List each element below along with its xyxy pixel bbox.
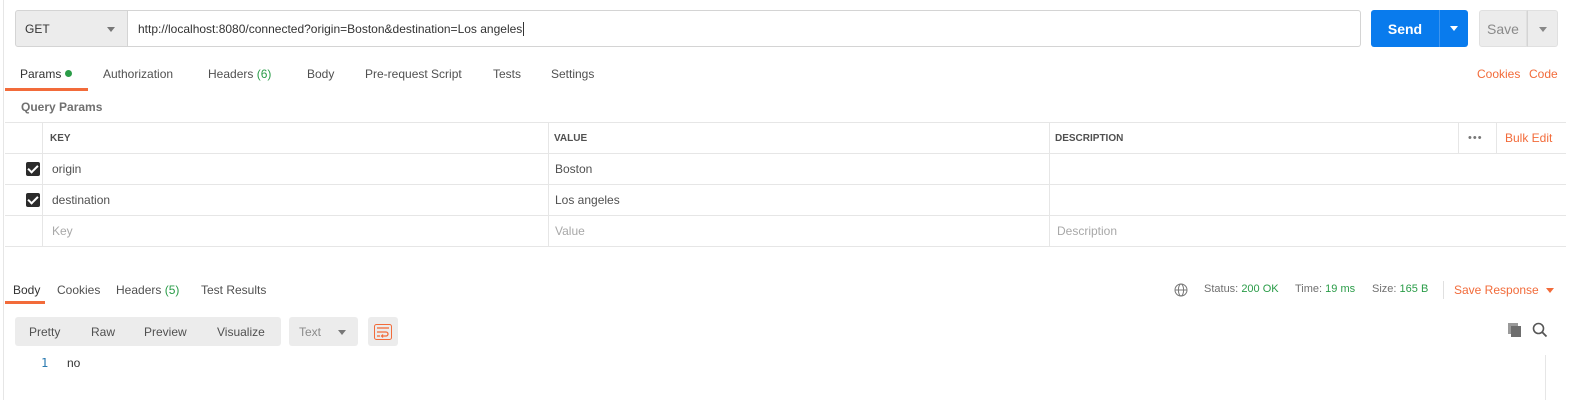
status-label: Status: bbox=[1204, 283, 1239, 295]
format-type-label: Text bbox=[299, 324, 322, 339]
left-panel-edge bbox=[0, 0, 4, 400]
column-divider bbox=[548, 154, 549, 184]
search-icon[interactable] bbox=[1532, 322, 1548, 338]
size-indicator: Size: 165 B bbox=[1372, 283, 1428, 295]
tab-params-label: Params bbox=[20, 67, 62, 81]
wrap-lines-button[interactable] bbox=[368, 317, 398, 346]
new-value-input[interactable]: Value bbox=[555, 216, 585, 246]
response-active-tab-indicator bbox=[5, 301, 45, 304]
status-divider bbox=[1443, 281, 1444, 299]
tab-headers[interactable]: Headers (6) bbox=[208, 67, 271, 81]
chevron-down-icon bbox=[107, 27, 115, 32]
column-divider bbox=[1049, 216, 1050, 246]
save-response-chevron-icon[interactable] bbox=[1546, 288, 1554, 293]
tab-prerequest-script[interactable]: Pre-request Script bbox=[365, 67, 462, 81]
save-options-chevron-icon[interactable] bbox=[1527, 10, 1558, 47]
params-active-dot-icon bbox=[65, 70, 73, 77]
tab-authorization[interactable]: Authorization bbox=[103, 67, 173, 81]
method-label: GET bbox=[25, 21, 50, 36]
response-body-text: no bbox=[67, 356, 81, 370]
column-divider bbox=[1458, 123, 1459, 153]
param-value[interactable]: Boston bbox=[555, 154, 592, 184]
time-label: Time: bbox=[1295, 283, 1323, 295]
column-divider bbox=[548, 185, 549, 215]
row-checkbox[interactable] bbox=[26, 193, 40, 207]
view-preview-button[interactable]: Preview bbox=[144, 317, 187, 346]
code-link[interactable]: Code bbox=[1529, 67, 1558, 81]
row-checkbox[interactable] bbox=[26, 162, 40, 176]
copy-icon[interactable] bbox=[1507, 322, 1523, 338]
line-number: 1 bbox=[41, 356, 49, 370]
params-table: KEY VALUE DESCRIPTION ••• Bulk Edit orig… bbox=[5, 122, 1566, 247]
view-visualize-button[interactable]: Visualize bbox=[217, 317, 265, 346]
bulk-edit-link[interactable]: Bulk Edit bbox=[1505, 123, 1552, 153]
time-value: 19 ms bbox=[1325, 283, 1356, 295]
chevron-down-icon bbox=[338, 330, 346, 335]
status-indicator: Status: 200 OK bbox=[1204, 283, 1279, 295]
column-divider bbox=[42, 185, 43, 215]
save-button[interactable]: Save bbox=[1479, 10, 1527, 47]
status-value: 200 OK bbox=[1241, 283, 1279, 295]
query-params-title: Query Params bbox=[21, 100, 103, 114]
url-input[interactable]: http://localhost:8080/connected?origin=B… bbox=[128, 10, 1361, 47]
save-response-button[interactable]: Save Response bbox=[1454, 283, 1539, 297]
headers-count: (6) bbox=[256, 67, 272, 81]
column-divider bbox=[42, 216, 43, 246]
column-header-key: KEY bbox=[50, 132, 71, 144]
table-row-new: Key Value Description bbox=[5, 216, 1566, 247]
tab-headers-label: Headers bbox=[208, 67, 254, 81]
param-value[interactable]: Los angeles bbox=[555, 185, 620, 215]
method-select[interactable]: GET bbox=[15, 10, 128, 47]
response-tab-body[interactable]: Body bbox=[13, 283, 40, 297]
cookies-link[interactable]: Cookies bbox=[1477, 67, 1520, 81]
response-headers-count: (5) bbox=[164, 283, 180, 297]
url-text: http://localhost:8080/connected?origin=B… bbox=[138, 21, 523, 36]
table-row: origin Boston bbox=[5, 154, 1566, 185]
tab-tests[interactable]: Tests bbox=[493, 67, 521, 81]
response-tab-cookies[interactable]: Cookies bbox=[57, 283, 100, 297]
new-description-input[interactable]: Description bbox=[1057, 216, 1117, 246]
view-raw-button[interactable]: Raw bbox=[91, 317, 115, 346]
table-row: destination Los angeles bbox=[5, 185, 1566, 216]
tab-settings[interactable]: Settings bbox=[551, 67, 594, 81]
param-key[interactable]: destination bbox=[52, 185, 110, 215]
active-tab-indicator bbox=[5, 88, 88, 91]
column-divider bbox=[1049, 123, 1050, 153]
new-key-input[interactable]: Key bbox=[52, 216, 73, 246]
column-divider bbox=[548, 216, 549, 246]
column-header-value: VALUE bbox=[554, 132, 588, 144]
wrap-lines-icon bbox=[374, 323, 392, 340]
time-indicator: Time: 19 ms bbox=[1295, 283, 1355, 295]
column-divider bbox=[548, 123, 549, 153]
send-options-chevron-icon[interactable] bbox=[1439, 10, 1468, 47]
column-divider bbox=[42, 154, 43, 184]
column-divider bbox=[42, 123, 43, 153]
column-divider bbox=[1496, 123, 1497, 153]
tab-params[interactable]: Params bbox=[20, 67, 73, 81]
more-options-icon[interactable]: ••• bbox=[1468, 123, 1483, 153]
table-header-row: KEY VALUE DESCRIPTION ••• Bulk Edit bbox=[5, 123, 1566, 154]
response-scrollbar[interactable] bbox=[1545, 355, 1546, 400]
param-key[interactable]: origin bbox=[52, 154, 81, 184]
send-button[interactable]: Send bbox=[1371, 10, 1439, 47]
column-header-description: DESCRIPTION bbox=[1055, 132, 1124, 144]
size-label: Size: bbox=[1372, 283, 1397, 295]
view-pretty-button[interactable]: Pretty bbox=[29, 317, 60, 346]
format-type-select[interactable]: Text bbox=[289, 317, 358, 346]
text-cursor bbox=[523, 21, 525, 36]
column-divider bbox=[1049, 154, 1050, 184]
size-value: 165 B bbox=[1399, 283, 1429, 295]
response-tab-headers[interactable]: Headers (5) bbox=[116, 283, 179, 297]
globe-icon[interactable] bbox=[1174, 283, 1188, 297]
response-tab-test-results[interactable]: Test Results bbox=[201, 283, 266, 297]
tab-body[interactable]: Body bbox=[307, 67, 334, 81]
response-tab-headers-label: Headers bbox=[116, 283, 162, 297]
column-divider bbox=[1049, 185, 1050, 215]
